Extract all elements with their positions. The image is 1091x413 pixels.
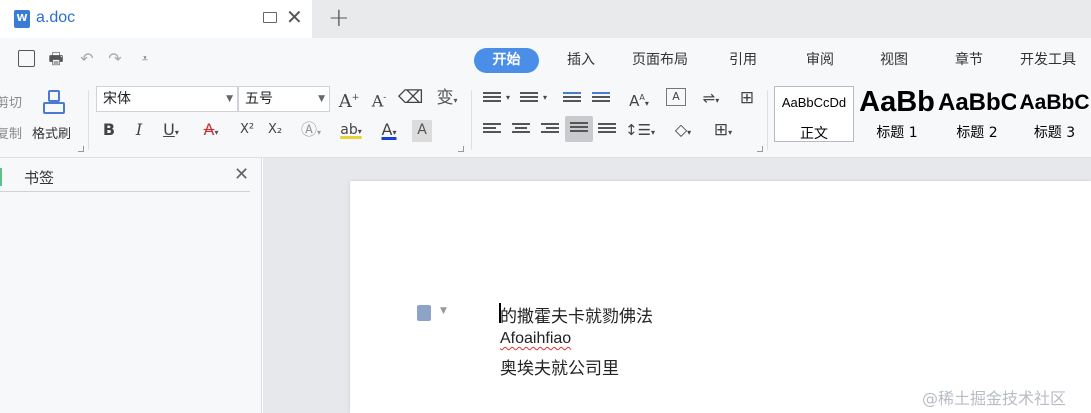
undo-icon[interactable]: ↶ (78, 50, 96, 68)
new-tab-icon[interactable]: + (328, 2, 350, 34)
phonetic-guide-icon[interactable]: 变▾ (432, 88, 462, 110)
style-sample: AaBbC (938, 89, 1016, 116)
chevron-down-icon[interactable]: ▾ (540, 88, 550, 110)
styles-gallery: AaBbCcDd 正文 AaBb 标题 1 AaBbC 标题 2 AaBbC 标… (774, 86, 1091, 142)
print-icon[interactable]: 🖶 (47, 50, 65, 68)
style-heading-1[interactable]: AaBb 标题 1 (858, 86, 936, 142)
justify-icon (570, 122, 588, 136)
style-sample: AaBbCcDd (781, 95, 847, 110)
font-name-value: 宋体 (103, 91, 131, 107)
align-right-icon[interactable] (541, 123, 559, 137)
clipboard-group-launcher[interactable] (78, 146, 84, 152)
distribute-icon[interactable] (598, 123, 616, 137)
close-panel-icon[interactable]: ✕ (234, 164, 249, 185)
tab-title: a.doc (36, 9, 76, 26)
decrease-indent-icon[interactable] (563, 92, 581, 106)
menu-page-layout[interactable]: 页面布局 (632, 49, 688, 69)
text-effect-icon[interactable]: Ⓐ▾ (296, 120, 326, 142)
doc-line-2[interactable]: Afoaihfiao (500, 330, 571, 348)
chevron-down-icon: ▼ (318, 94, 325, 104)
style-name: 标题 1 (876, 125, 918, 141)
style-heading-2[interactable]: AaBbC 标题 2 (938, 86, 1016, 142)
chinese-layout-icon[interactable]: A (666, 88, 686, 106)
menu-bar: 🖶 ↶ ↷ ⩡ 插入 页面布局 引用 审阅 视图 章节 开发工具 (0, 38, 1091, 82)
style-normal[interactable]: AaBbCcDd 正文 (774, 86, 854, 142)
subscript-button[interactable]: X₂ (264, 120, 286, 142)
style-sample: AaBb (859, 86, 935, 118)
panel-active-marker (0, 168, 2, 186)
menu-review[interactable]: 审阅 (806, 49, 834, 69)
increase-indent-icon[interactable] (592, 92, 610, 106)
menu-view[interactable]: 视图 (880, 49, 908, 69)
character-shading-button[interactable]: A (412, 120, 432, 142)
panel-title: 书签 (24, 169, 55, 187)
menu-insert[interactable]: 插入 (567, 49, 595, 69)
change-case-icon[interactable]: AA▾ (622, 88, 656, 110)
format-painter-icon[interactable] (40, 88, 70, 116)
chevron-down-icon[interactable]: ▼ (440, 306, 447, 316)
borders-icon[interactable]: ⊞▾ (706, 120, 740, 142)
doc-line-1[interactable]: 的撒霍夫卡就勠佛法 (500, 302, 653, 327)
clear-format-icon[interactable]: ⌫ (398, 88, 423, 110)
strikethrough-label: A (203, 120, 215, 139)
customize-quick-access-icon[interactable]: ⩡ (136, 50, 154, 68)
font-size-value: 五号 (245, 91, 273, 107)
font-group-launcher[interactable] (458, 146, 464, 152)
paragraph-group-launcher[interactable] (757, 146, 763, 152)
highlight-label: ab (340, 122, 358, 138)
paragraph-spacing-icon[interactable]: ↕☰▾ (625, 120, 655, 142)
watermark: @稀土掘金技术社区 (922, 389, 1067, 408)
line-spacing-icon[interactable]: ⇌▾ (696, 88, 726, 110)
doc-line-3[interactable]: 奥埃夫就公司里 (500, 354, 619, 379)
numbered-list-icon[interactable] (520, 92, 538, 106)
style-name: 正文 (800, 126, 828, 142)
bookmark-panel: 书签 ✕ (0, 158, 262, 413)
cut-button[interactable]: 剪切 (0, 92, 22, 111)
font-color-label: A (381, 120, 393, 139)
menu-home[interactable]: 开始 (474, 48, 539, 73)
redo-icon[interactable]: ↷ (106, 50, 124, 68)
menu-developer[interactable]: 开发工具 (1020, 49, 1076, 69)
menu-references[interactable]: 引用 (729, 49, 757, 69)
close-tab-icon[interactable]: ✕ (286, 5, 303, 29)
decrease-font-size-icon[interactable]: A- (368, 88, 390, 110)
italic-button[interactable]: I (130, 120, 148, 142)
menu-section[interactable]: 章节 (955, 49, 983, 69)
style-sample: AaBbC (1019, 91, 1090, 114)
paragraph-handle-icon[interactable] (417, 305, 431, 321)
chevron-down-icon: ▼ (226, 94, 233, 104)
copy-button[interactable]: 复制 (0, 123, 22, 142)
table-insert-icon[interactable]: ⊞ (736, 88, 758, 110)
underline-button[interactable]: U▾ (158, 120, 184, 142)
style-name: 标题 3 (1033, 125, 1076, 141)
bullet-list-icon[interactable] (483, 92, 501, 106)
superscript-button[interactable]: X² (236, 120, 258, 142)
style-name: 标题 2 (956, 125, 998, 141)
font-name-select[interactable]: 宋体 ▼ (96, 86, 238, 112)
align-center-icon[interactable] (512, 123, 530, 137)
title-tab-bar: W a.doc ✕ + (0, 0, 1091, 38)
document-page[interactable] (350, 181, 1091, 413)
shading-icon[interactable]: ◇▾ (666, 120, 700, 142)
chevron-down-icon[interactable]: ▾ (503, 88, 513, 110)
document-tab[interactable]: W a.doc ✕ (0, 0, 312, 38)
highlight-button[interactable]: ab▾ (334, 120, 368, 142)
format-painter-label[interactable]: 格式刷 (32, 123, 71, 142)
bold-button[interactable]: B (100, 120, 118, 142)
underline-label: U (163, 120, 175, 139)
word-doc-icon: W (14, 10, 30, 28)
increase-font-size-icon[interactable]: A+ (338, 88, 360, 112)
justify-button[interactable] (565, 116, 593, 142)
save-icon[interactable] (18, 50, 35, 67)
panel-divider (0, 191, 250, 192)
window-mode-icon[interactable] (263, 12, 277, 23)
style-heading-3[interactable]: AaBbC 标题 3 (1018, 86, 1091, 142)
align-left-icon[interactable] (483, 123, 501, 137)
strikethrough-button[interactable]: A▾ (196, 120, 226, 142)
font-color-button[interactable]: A▾ (374, 120, 404, 142)
font-size-select[interactable]: 五号 ▼ (238, 86, 330, 112)
